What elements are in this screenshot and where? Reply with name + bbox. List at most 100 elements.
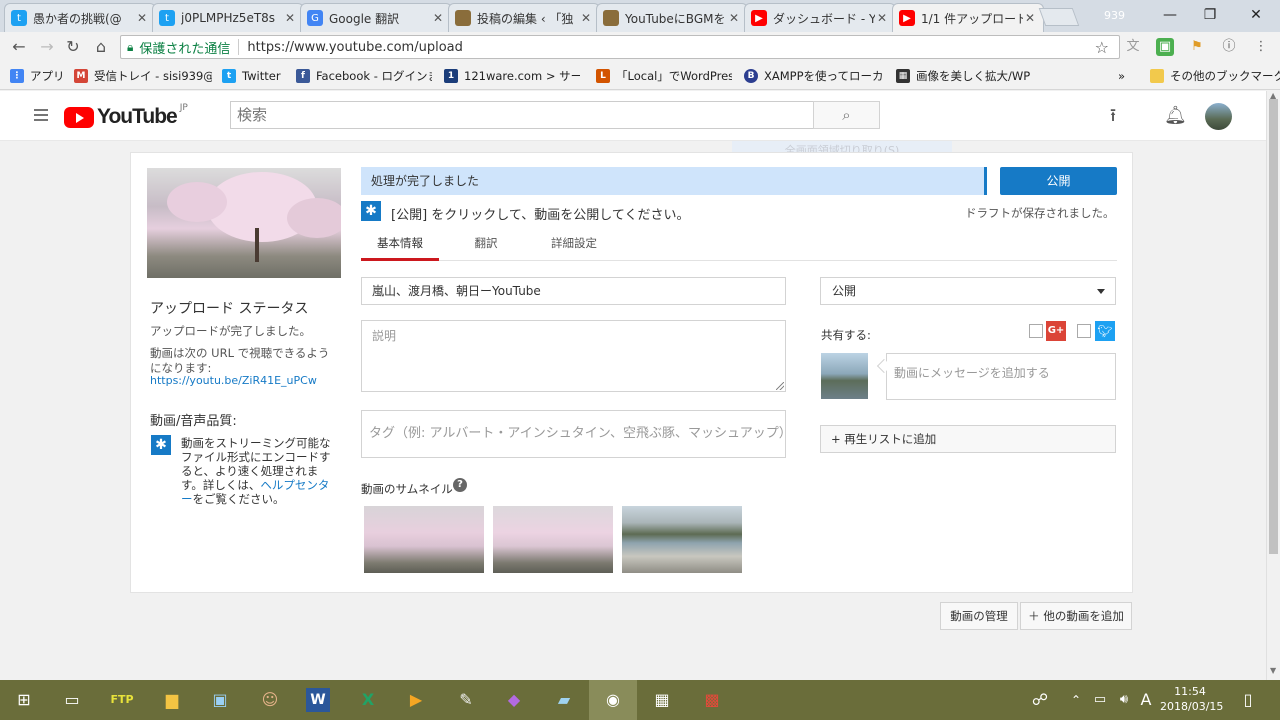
bookmark-xampp[interactable]: B XAMPPを使ってローカル xyxy=(744,68,882,84)
minimize-icon[interactable]: — xyxy=(1150,4,1190,26)
calculator-icon[interactable]: ▦ xyxy=(650,688,674,712)
title-input[interactable]: 嵐山、渡月橋、朝日ーYouTube xyxy=(361,277,786,305)
character-app-icon[interactable]: ☺ xyxy=(258,688,282,712)
thumbnail-option-3[interactable] xyxy=(622,506,742,573)
browser-tab[interactable]: t 愚か者の挑戦(@ ✕ xyxy=(4,3,156,32)
tab-title: 投稿の編集 ‹ 「独 xyxy=(477,11,574,26)
info-icon[interactable]: ⓘ xyxy=(1220,38,1238,56)
youtube-logo[interactable]: YouTube JP xyxy=(64,103,188,129)
train-app-icon[interactable]: ▩ xyxy=(700,688,724,712)
tags-input[interactable]: タグ（例: アルバート・アインシュタイン、空飛ぶ豚、マッシュアップ） xyxy=(361,410,786,458)
tab-basic-info[interactable]: 基本情報 xyxy=(361,233,439,261)
manage-videos-button[interactable]: 動画の管理 xyxy=(940,602,1018,630)
thumbnail-option-1[interactable] xyxy=(364,506,484,573)
browser-tab[interactable]: 投稿の編集 ‹ 「独 ✕ xyxy=(448,3,600,32)
page-scrollbar[interactable]: ▲ ▼ xyxy=(1266,91,1280,680)
browser-tab[interactable]: t j0PLMPHz5eT8s ✕ xyxy=(152,3,304,32)
close-icon[interactable]: ✕ xyxy=(727,11,741,25)
people-icon[interactable]: ☍ xyxy=(1028,688,1052,712)
file-explorer-icon[interactable]: ▆ xyxy=(160,688,184,712)
new-tab-button[interactable] xyxy=(1038,8,1080,26)
maximize-icon[interactable]: ❐ xyxy=(1190,4,1230,26)
back-icon[interactable]: ← xyxy=(8,36,30,58)
upload-icon[interactable]: ⭱ xyxy=(1102,105,1124,127)
browser-tab[interactable]: ▶ ダッシュボード - Yo ✕ xyxy=(744,3,896,32)
add-to-playlist-button[interactable]: + 再生リストに追加 xyxy=(820,425,1116,453)
ftp-app-icon[interactable]: FTP xyxy=(110,688,134,712)
clock-date: 2018/03/15 xyxy=(1160,700,1224,713)
windows-start-icon[interactable]: ⊞ xyxy=(12,688,36,712)
google-plus-checkbox[interactable] xyxy=(1029,324,1043,338)
task-view-icon[interactable]: ▭ xyxy=(60,688,84,712)
address-bar[interactable]: 🔒︎ 保護された通信 https://www.youtube.com/uploa… xyxy=(120,35,1120,59)
browser-tab[interactable]: YouTubeにBGMを ✕ xyxy=(596,3,748,32)
chrome-taskbar-button[interactable]: ◉ xyxy=(589,680,637,720)
menu-icon[interactable]: ⋮ xyxy=(1252,38,1270,56)
youtube-icon: ▶ xyxy=(751,10,767,26)
notifications-icon[interactable]: ▯ xyxy=(1236,688,1260,712)
browser-tab[interactable]: G Google 翻訳 ✕ xyxy=(300,3,452,32)
bookmark-other[interactable]: その他のブックマーク xyxy=(1150,68,1280,84)
bookmark-121ware[interactable]: 1 121ware.com > サービ xyxy=(444,68,580,84)
close-icon[interactable]: ✕ xyxy=(1023,11,1037,25)
close-icon[interactable]: ✕ xyxy=(579,11,593,25)
add-more-videos-button[interactable]: ＋ 他の動画を追加 xyxy=(1020,602,1132,630)
home-icon[interactable]: ⌂ xyxy=(90,36,112,58)
forward-icon[interactable]: → xyxy=(36,36,58,58)
bookmark-twitter[interactable]: t Twitter xyxy=(222,68,281,84)
close-icon[interactable]: ✕ xyxy=(875,11,889,25)
network-icon[interactable]: ▭ xyxy=(1088,688,1112,712)
bookmark-gmail[interactable]: M 受信トレイ - sisi939@ xyxy=(74,68,212,84)
upload-tabs: 基本情報 翻訳 詳細設定 xyxy=(361,233,1117,261)
paint-icon[interactable]: ✎ xyxy=(454,688,478,712)
menu-icon[interactable] xyxy=(34,109,48,121)
scrollbar-thumb[interactable] xyxy=(1269,99,1278,554)
close-icon[interactable]: ✕ xyxy=(135,11,149,25)
bookmark-facebook[interactable]: f Facebook - ログインま xyxy=(296,68,432,84)
close-icon[interactable]: ✕ xyxy=(431,11,445,25)
bookmark-local-wordpress[interactable]: L 「Local」でWordPress xyxy=(596,68,732,84)
close-icon[interactable]: ✕ xyxy=(283,11,297,25)
tab-translation[interactable]: 翻訳 xyxy=(461,233,511,261)
paint3d-icon[interactable]: ◆ xyxy=(502,688,526,712)
bell-icon[interactable]: 🔔︎ xyxy=(1164,105,1187,127)
bookmark-apps[interactable]: ⋮ アプリ xyxy=(10,68,65,84)
privacy-select[interactable]: 公開 xyxy=(820,277,1116,305)
help-icon[interactable]: ? xyxy=(453,478,467,492)
twitter-checkbox[interactable] xyxy=(1077,324,1091,338)
video-preview[interactable] xyxy=(147,168,341,278)
clipper-extension-icon[interactable]: ⚑ xyxy=(1188,38,1206,56)
video-url-link[interactable]: https://youtu.be/ZiR41E_uPCw xyxy=(150,374,317,387)
browser-tab-active[interactable]: ▶ 1/1 件アップロード ✕ xyxy=(892,3,1044,32)
volume-icon[interactable]: 🔊︎ xyxy=(1112,688,1136,712)
tags-placeholder: タグ（例: アルバート・アインシュタイン、空飛ぶ豚、マッシュアップ） xyxy=(369,426,786,441)
bookmark-label: 画像を美しく拡大/WP xyxy=(916,69,1031,83)
ime-indicator[interactable]: A xyxy=(1134,688,1158,712)
description-input[interactable]: 説明 xyxy=(361,320,786,392)
close-window-icon[interactable]: ✕ xyxy=(1236,4,1276,26)
chevron-up-icon[interactable]: ⌃ xyxy=(1064,688,1088,712)
notepad-icon[interactable]: ▰ xyxy=(552,688,576,712)
youtube-wordmark: YouTube xyxy=(97,105,178,128)
publish-button[interactable]: 公開 xyxy=(1000,167,1117,195)
excel-icon[interactable]: X xyxy=(356,688,380,712)
bookmark-star-icon[interactable]: ☆ xyxy=(1095,38,1109,57)
system-clock[interactable]: 11:54 2018/03/15 xyxy=(1160,684,1224,714)
control-panel-icon[interactable]: ▣ xyxy=(208,688,232,712)
reload-icon[interactable]: ↻ xyxy=(62,36,84,58)
resize-handle-icon[interactable] xyxy=(776,382,784,390)
search-button[interactable]: ⌕ xyxy=(813,101,880,129)
avatar[interactable] xyxy=(1205,103,1232,130)
share-message-input[interactable]: 動画にメッセージを追加する xyxy=(886,353,1116,400)
tab-advanced[interactable]: 詳細設定 xyxy=(541,233,607,261)
search-input[interactable]: 検索 xyxy=(230,101,814,129)
word-icon[interactable]: W xyxy=(306,688,330,712)
media-player-icon[interactable]: ▶ xyxy=(404,688,428,712)
evernote-extension-icon[interactable]: ▣ xyxy=(1156,38,1174,56)
bookmark-image-enlarge[interactable]: ▦ 画像を美しく拡大/WP xyxy=(896,68,1034,84)
bookmarks-more[interactable]: » xyxy=(1118,68,1125,84)
translate-extension-icon[interactable]: 文 xyxy=(1124,38,1142,56)
thumbnail-option-2[interactable] xyxy=(493,506,613,573)
scroll-down-icon[interactable]: ▼ xyxy=(1270,666,1276,675)
site-icon xyxy=(603,10,619,26)
